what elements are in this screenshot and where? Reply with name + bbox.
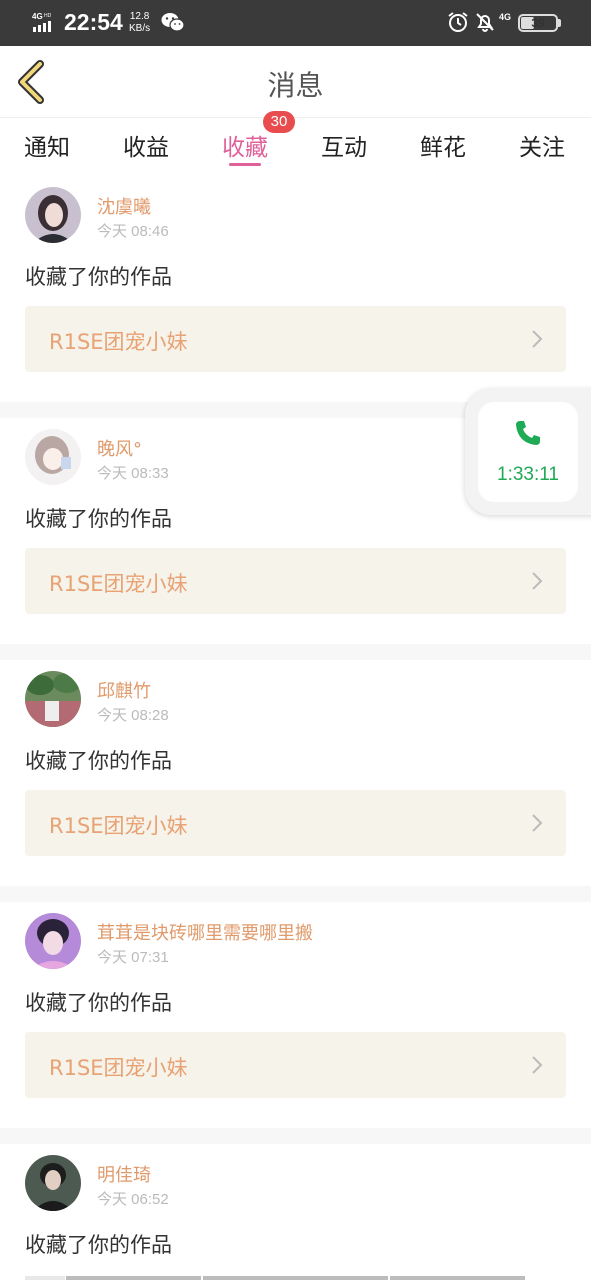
chevron-right-icon (532, 1056, 543, 1074)
call-panel[interactable]: 1:33:11 (478, 402, 578, 502)
scroll-segment (203, 1276, 388, 1280)
page-title: 消息 (267, 69, 324, 102)
work-link[interactable]: R1SE团宠小妹 (25, 790, 566, 856)
active-tab-indicator (229, 163, 261, 166)
network-speed: 12.8 KB/s (129, 11, 151, 34)
tab-interactions[interactable]: 互动 (321, 128, 367, 162)
list-item: 明佳琦 今天 06:52 收藏了你的作品 (0, 1144, 591, 1280)
work-link[interactable]: R1SE团宠小妹 (25, 1032, 566, 1098)
status-bar: 4G HD 22:54 12.8 KB/s 4G 39 (0, 0, 591, 46)
message-list: 沈虞曦 今天 08:46 收藏了你的作品 R1SE团宠小妹 晚风° 今天 08:… (0, 176, 591, 1280)
alarm-icon (448, 12, 468, 32)
action-text: 收藏了你的作品 (25, 265, 172, 289)
work-title: R1SE团宠小妹 (49, 1056, 188, 1080)
timestamp: 今天 08:46 (97, 223, 169, 240)
work-title: R1SE团宠小妹 (49, 572, 188, 596)
timestamp: 今天 08:28 (97, 707, 169, 724)
call-timer: 1:33:11 (497, 464, 559, 485)
list-item: 茸茸是块砖哪里需要哪里搬 今天 07:31 收藏了你的作品 R1SE团宠小妹 (0, 902, 591, 1128)
network-type: 4G (499, 12, 512, 22)
tab-earnings[interactable]: 收益 (123, 128, 169, 162)
avatar[interactable] (25, 1155, 81, 1211)
chevron-right-icon (532, 572, 543, 590)
tab-favorites[interactable]: 收藏 (222, 128, 268, 162)
wechat-icon (161, 13, 185, 32)
unread-badge: 30 (263, 111, 295, 133)
work-title: R1SE团宠小妹 (49, 330, 188, 354)
tab-bar: 通知 收益 收藏 互动 鲜花 关注 (0, 118, 591, 176)
header: 消息 (0, 46, 591, 118)
scroll-track (25, 1276, 65, 1280)
chevron-right-icon (532, 330, 543, 348)
timestamp: 今天 08:33 (97, 465, 169, 482)
avatar[interactable] (25, 429, 81, 485)
svg-text:HD: HD (44, 13, 52, 19)
battery-tip (558, 19, 561, 27)
username[interactable]: 明佳琦 (97, 1161, 151, 1187)
mute-bell-icon (476, 13, 494, 32)
tab-notify[interactable]: 通知 (24, 128, 70, 162)
avatar[interactable] (25, 187, 81, 243)
work-link[interactable]: R1SE团宠小妹 (25, 548, 566, 614)
action-text: 收藏了你的作品 (25, 507, 172, 531)
chevron-right-icon (532, 814, 543, 832)
call-float-window[interactable]: 1:33:11 (465, 389, 591, 515)
action-text: 收藏了你的作品 (25, 991, 172, 1015)
phone-icon (516, 421, 540, 445)
username[interactable]: 茸茸是块砖哪里需要哪里搬 (97, 919, 313, 945)
status-time: 22:54 (64, 9, 123, 35)
list-item: 邱麒竹 今天 08:28 收藏了你的作品 R1SE团宠小妹 (0, 660, 591, 886)
action-text: 收藏了你的作品 (25, 1233, 172, 1257)
username[interactable]: 沈虞曦 (97, 193, 151, 219)
scroll-segment (66, 1276, 201, 1280)
scroll-segment (390, 1276, 525, 1280)
battery-level: 39 (531, 16, 545, 30)
work-title: R1SE团宠小妹 (49, 814, 188, 838)
tab-flowers[interactable]: 鲜花 (420, 128, 466, 162)
battery-icon: 39 (518, 14, 558, 32)
avatar[interactable] (25, 671, 81, 727)
timestamp: 今天 07:31 (97, 949, 169, 966)
list-item: 沈虞曦 今天 08:46 收藏了你的作品 R1SE团宠小妹 (0, 176, 591, 402)
username[interactable]: 邱麒竹 (97, 677, 151, 703)
work-link[interactable]: R1SE团宠小妹 (25, 306, 566, 372)
signal-icon: 4G HD (32, 12, 52, 32)
avatar[interactable] (25, 913, 81, 969)
timestamp: 今天 06:52 (97, 1191, 169, 1208)
tab-follow[interactable]: 关注 (519, 128, 565, 162)
action-text: 收藏了你的作品 (25, 749, 172, 773)
svg-text:4G: 4G (32, 12, 43, 21)
username[interactable]: 晚风° (97, 435, 142, 461)
